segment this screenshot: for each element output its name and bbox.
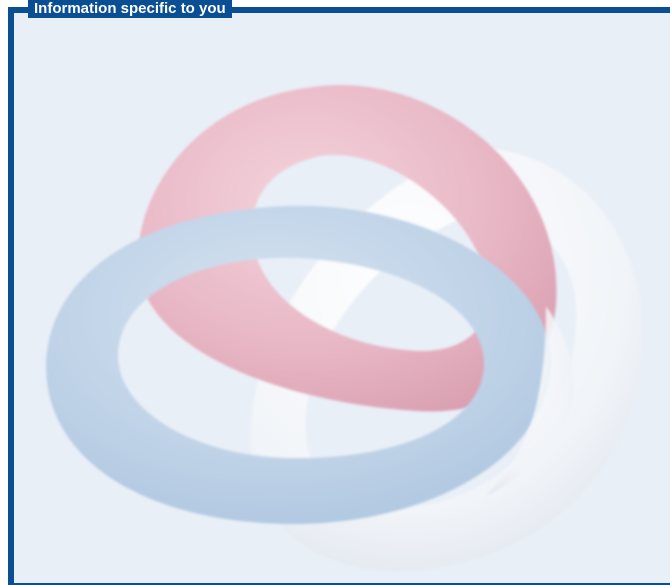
info-panel <box>8 7 670 585</box>
panel-title: Information specific to you <box>28 0 232 18</box>
interlocking-rings-icon <box>46 84 643 572</box>
